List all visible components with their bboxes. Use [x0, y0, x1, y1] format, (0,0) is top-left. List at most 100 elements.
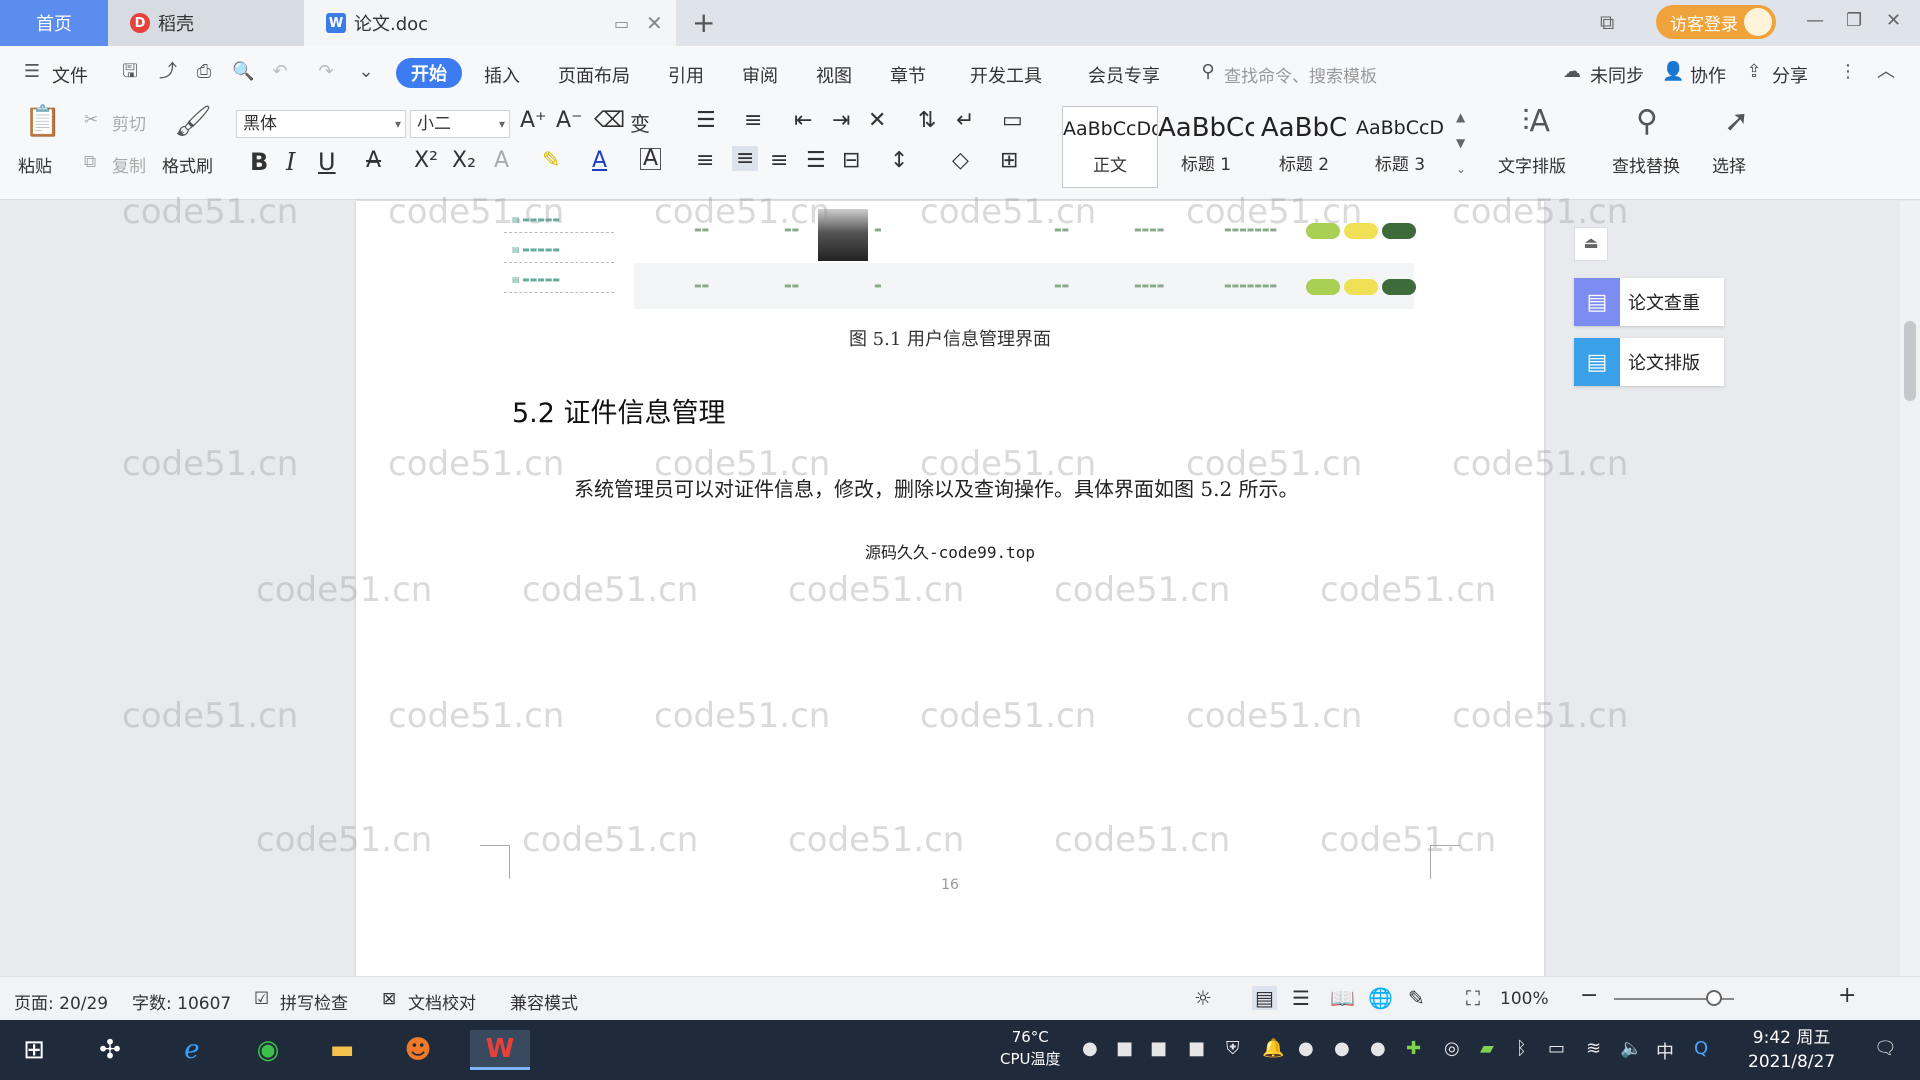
- save-icon[interactable]: 🖫: [120, 62, 140, 82]
- menu-view[interactable]: 视图: [816, 62, 852, 88]
- cut-icon[interactable]: ✂: [84, 110, 98, 130]
- text-layout-icon[interactable]: ⫶A: [1522, 104, 1550, 139]
- styles-more-icon[interactable]: ⌄: [1456, 162, 1466, 176]
- copy-button[interactable]: 复制: [112, 152, 146, 177]
- browser-360-icon[interactable]: ◉: [248, 1030, 288, 1070]
- zoom-level[interactable]: 100%: [1500, 989, 1549, 1009]
- app-pinwheel-icon[interactable]: ✣: [90, 1030, 130, 1070]
- menu-devtools[interactable]: 开发工具: [970, 62, 1042, 88]
- select-cursor-icon[interactable]: ➚: [1724, 104, 1749, 139]
- menu-vip[interactable]: 会员专享: [1088, 62, 1160, 88]
- tray-app-icon[interactable]: ◎: [1444, 1038, 1460, 1059]
- collapse-panel-button[interactable]: ⏏: [1574, 227, 1608, 261]
- font-name-select[interactable]: 黑体 ▾: [236, 110, 406, 138]
- search-tray-icon[interactable]: Q: [1694, 1038, 1708, 1059]
- hamburger-icon[interactable]: ☰: [22, 62, 42, 82]
- numbered-list-icon[interactable]: ≡: [744, 108, 762, 133]
- new-tab-button[interactable]: +: [692, 6, 715, 39]
- tray-app-icon[interactable]: ●: [1298, 1038, 1314, 1059]
- text-layout-button[interactable]: 文字排版: [1498, 152, 1566, 177]
- find-replace-button[interactable]: 查找替换: [1612, 152, 1680, 177]
- tray-app-icon[interactable]: ■: [1150, 1038, 1167, 1059]
- page-indicator[interactable]: 页面: 20/29: [14, 989, 108, 1014]
- ime-indicator[interactable]: 中: [1656, 1038, 1674, 1064]
- format-painter-icon[interactable]: 🖌: [174, 104, 212, 139]
- superscript-icon[interactable]: X²: [414, 148, 438, 173]
- grow-font-icon[interactable]: A⁺: [520, 108, 547, 133]
- vertical-scrollbar[interactable]: [1900, 201, 1920, 976]
- bell-icon[interactable]: 🔔: [1262, 1038, 1284, 1059]
- close-tab-icon[interactable]: ✕: [646, 11, 663, 35]
- distribute-icon[interactable]: ⊟: [842, 148, 860, 173]
- tab-stops-icon[interactable]: ▭: [1002, 108, 1023, 133]
- find-replace-icon[interactable]: ⚲: [1636, 104, 1658, 139]
- clear-format-icon[interactable]: ⌫: [594, 108, 625, 133]
- paper-format-button[interactable]: ▤ 论文排版: [1574, 338, 1724, 386]
- app-mascot-icon[interactable]: ☻: [398, 1030, 438, 1070]
- align-left-icon[interactable]: ≡: [696, 148, 714, 173]
- font-size-select[interactable]: 小二 ▾: [410, 110, 510, 138]
- tray-app-icon[interactable]: ■: [1188, 1038, 1205, 1059]
- borders-icon[interactable]: ⊞: [1000, 148, 1018, 173]
- copy-icon[interactable]: ⧉: [84, 152, 96, 172]
- write-mode-icon[interactable]: ✎: [1408, 986, 1425, 1010]
- eye-protection-icon[interactable]: ☼: [1194, 986, 1212, 1010]
- share-button[interactable]: 分享: [1772, 62, 1808, 88]
- battery-icon[interactable]: ▭: [1548, 1038, 1565, 1059]
- underline-icon[interactable]: U: [318, 148, 336, 176]
- collab-button[interactable]: 协作: [1690, 62, 1726, 88]
- output-icon[interactable]: ⤴: [158, 62, 178, 82]
- proofread-button[interactable]: 文档校对: [408, 989, 476, 1014]
- chinese-layout-icon[interactable]: ✕: [868, 108, 886, 133]
- tray-app-icon[interactable]: ●: [1370, 1038, 1386, 1059]
- unsync-status[interactable]: 未同步: [1590, 62, 1644, 88]
- style-heading-3[interactable]: AaBbCcD 标题 3: [1352, 106, 1448, 188]
- decrease-indent-icon[interactable]: ⇤: [794, 108, 812, 133]
- tab-daoke[interactable]: D 稻壳: [108, 0, 304, 46]
- paste-icon[interactable]: 📋: [24, 104, 61, 139]
- zoom-slider-knob[interactable]: [1706, 990, 1722, 1006]
- nvidia-icon[interactable]: ▰: [1480, 1038, 1494, 1059]
- cut-button[interactable]: 剪切: [112, 110, 146, 135]
- menu-file[interactable]: 文件: [52, 62, 88, 88]
- subscript-icon[interactable]: X₂: [452, 148, 476, 173]
- page-view-icon[interactable]: ▤: [1252, 986, 1277, 1010]
- style-heading-1[interactable]: AaBbCc 标题 1: [1158, 106, 1254, 188]
- menu-reference[interactable]: 引用: [668, 62, 704, 88]
- styles-scroll-down-icon[interactable]: ▼: [1456, 136, 1465, 150]
- text-effect-icon[interactable]: A: [494, 148, 509, 173]
- sort-icon[interactable]: ⇅: [918, 108, 936, 133]
- tray-app-icon[interactable]: ■: [1116, 1038, 1133, 1059]
- zoom-out-icon[interactable]: −: [1580, 983, 1598, 1008]
- collapse-ribbon-icon[interactable]: ︿: [1876, 62, 1896, 82]
- wifi-icon[interactable]: ≋: [1586, 1038, 1601, 1059]
- style-normal[interactable]: AaBbCcDd 正文: [1062, 106, 1158, 188]
- increase-indent-icon[interactable]: ⇥: [832, 108, 850, 133]
- bluetooth-icon[interactable]: ᛒ: [1516, 1038, 1527, 1059]
- undo-icon[interactable]: ↶: [270, 62, 290, 82]
- justify-icon[interactable]: ☰: [806, 148, 826, 173]
- menu-insert[interactable]: 插入: [484, 62, 520, 88]
- word-count[interactable]: 字数: 10607: [132, 989, 231, 1014]
- print-preview-icon[interactable]: 🔍: [232, 62, 254, 82]
- select-button[interactable]: 选择: [1712, 152, 1746, 177]
- paste-button[interactable]: 粘贴: [18, 152, 52, 177]
- windows-start-icon[interactable]: ⊞: [14, 1030, 54, 1070]
- zoom-in-icon[interactable]: +: [1838, 983, 1856, 1008]
- show-marks-icon[interactable]: ↵: [956, 108, 974, 133]
- document-page[interactable]: ▤ ▬▬▬▬▬ ▤ ▬▬▬▬▬ ▤ ▬▬▬▬▬ ▬▬ ▬▬ ▬ ▬▬ ▬▬▬▬ …: [356, 201, 1544, 976]
- close-window-icon[interactable]: ✕: [1886, 10, 1901, 31]
- menu-chapter[interactable]: 章节: [890, 62, 926, 88]
- paper-check-button[interactable]: ▤ 论文查重: [1574, 278, 1724, 326]
- tab-home[interactable]: 首页: [0, 0, 108, 46]
- web-view-icon[interactable]: 🌐: [1368, 986, 1393, 1010]
- minimize-icon[interactable]: —: [1806, 10, 1824, 31]
- shield-icon[interactable]: ⛨: [1226, 1038, 1240, 1059]
- styles-scroll-up-icon[interactable]: ▲: [1456, 110, 1465, 124]
- highlight-icon[interactable]: ✎: [542, 148, 560, 173]
- bullet-list-icon[interactable]: ☰: [696, 108, 716, 133]
- scrollbar-thumb[interactable]: [1904, 321, 1916, 401]
- restore-icon[interactable]: ❐: [1846, 10, 1862, 31]
- more-icon[interactable]: ⋮: [1838, 62, 1858, 82]
- guest-login-button[interactable]: 访客登录: [1656, 5, 1776, 39]
